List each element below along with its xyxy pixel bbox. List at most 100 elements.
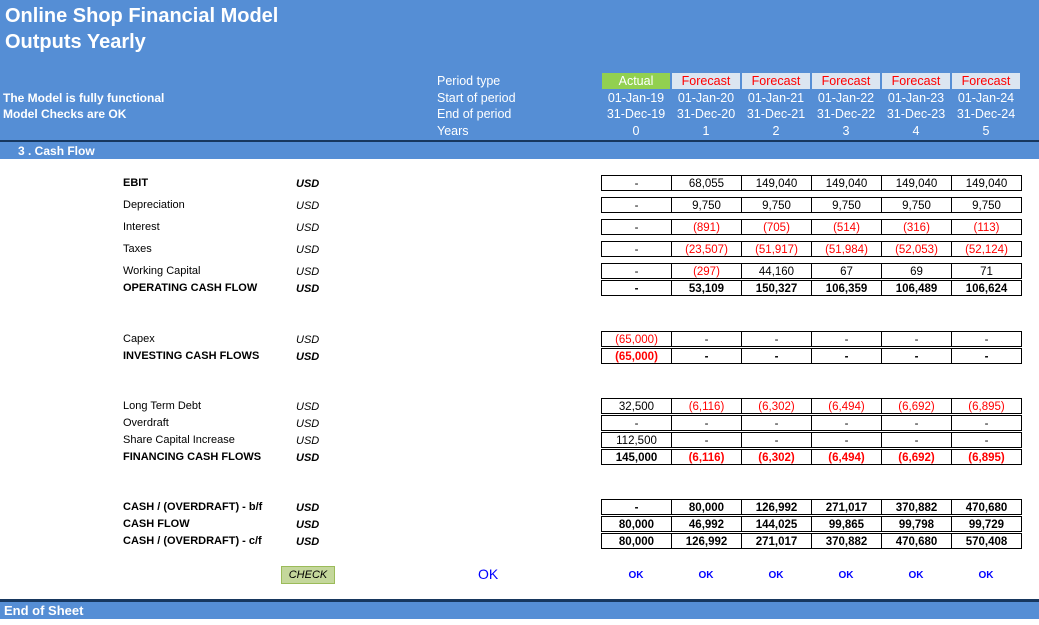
value-cell[interactable]: - bbox=[671, 331, 742, 347]
value-cell[interactable]: (6,692) bbox=[881, 398, 952, 414]
column-check-ok: OK bbox=[838, 570, 854, 581]
value-cell[interactable]: 9,750 bbox=[881, 197, 952, 213]
value-cell[interactable]: 271,017 bbox=[741, 533, 812, 549]
value-cell[interactable]: - bbox=[601, 415, 672, 431]
value-cell[interactable]: - bbox=[811, 348, 882, 364]
value-cell[interactable]: - bbox=[951, 331, 1022, 347]
value-cell[interactable]: (6,494) bbox=[811, 398, 882, 414]
value-cell[interactable]: 149,040 bbox=[951, 175, 1022, 191]
value-cell[interactable]: 9,750 bbox=[671, 197, 742, 213]
value-cell[interactable]: (6,895) bbox=[951, 449, 1022, 465]
value-cell[interactable]: (6,302) bbox=[741, 449, 812, 465]
value-cell[interactable]: - bbox=[601, 499, 672, 515]
value-cell[interactable]: 126,992 bbox=[741, 499, 812, 515]
value-cell[interactable]: 106,624 bbox=[951, 280, 1022, 296]
value-cell[interactable]: - bbox=[741, 432, 812, 448]
value-cell[interactable]: 44,160 bbox=[741, 263, 812, 279]
value-cell[interactable]: (65,000) bbox=[601, 348, 672, 364]
value-cell[interactable]: - bbox=[741, 331, 812, 347]
value-cell[interactable]: (6,116) bbox=[671, 449, 742, 465]
column-check-ok: OK bbox=[978, 570, 994, 581]
value-cell[interactable]: (705) bbox=[741, 219, 812, 235]
value-cell[interactable]: 149,040 bbox=[741, 175, 812, 191]
value-cell[interactable]: (113) bbox=[951, 219, 1022, 235]
value-cell[interactable]: - bbox=[601, 219, 672, 235]
value-cell[interactable]: - bbox=[811, 432, 882, 448]
value-cell[interactable]: - bbox=[951, 432, 1022, 448]
value-cell[interactable]: 106,489 bbox=[881, 280, 952, 296]
value-cell[interactable]: 67 bbox=[811, 263, 882, 279]
value-cell[interactable]: 470,680 bbox=[951, 499, 1022, 515]
value-cell[interactable]: - bbox=[741, 348, 812, 364]
period-year-cell: 3 bbox=[842, 124, 850, 138]
value-cell[interactable]: - bbox=[881, 432, 952, 448]
value-cell[interactable]: (51,917) bbox=[741, 241, 812, 257]
value-cell[interactable]: - bbox=[811, 331, 882, 347]
value-cell[interactable]: - bbox=[601, 241, 672, 257]
value-cell[interactable]: 570,408 bbox=[951, 533, 1022, 549]
row-unit: USD bbox=[296, 452, 320, 464]
value-cell[interactable]: 53,109 bbox=[671, 280, 742, 296]
value-cell[interactable]: - bbox=[881, 331, 952, 347]
value-cell[interactable]: 69 bbox=[881, 263, 952, 279]
value-cell[interactable]: - bbox=[601, 175, 672, 191]
value-cell[interactable]: - bbox=[951, 348, 1022, 364]
value-cell[interactable]: - bbox=[601, 263, 672, 279]
value-cell[interactable]: - bbox=[671, 348, 742, 364]
row-label: Taxes bbox=[123, 243, 152, 255]
sheet-subtitle: Outputs Yearly bbox=[5, 31, 146, 53]
value-cell[interactable]: (6,302) bbox=[741, 398, 812, 414]
check-button[interactable]: CHECK bbox=[281, 566, 335, 584]
value-cell[interactable]: (23,507) bbox=[671, 241, 742, 257]
value-cell[interactable]: (316) bbox=[881, 219, 952, 235]
value-cell[interactable]: 9,750 bbox=[811, 197, 882, 213]
value-cell[interactable]: 9,750 bbox=[741, 197, 812, 213]
period-type-label: Period type bbox=[437, 74, 501, 88]
value-cell[interactable]: - bbox=[601, 197, 672, 213]
value-cell[interactable]: 149,040 bbox=[881, 175, 952, 191]
value-cell[interactable]: 370,882 bbox=[811, 533, 882, 549]
value-cell[interactable]: 150,327 bbox=[741, 280, 812, 296]
value-cell[interactable]: 80,000 bbox=[601, 533, 672, 549]
value-cell[interactable]: 99,729 bbox=[951, 516, 1022, 532]
value-cell[interactable]: 46,992 bbox=[671, 516, 742, 532]
value-cell[interactable]: (6,895) bbox=[951, 398, 1022, 414]
value-cell[interactable]: 370,882 bbox=[881, 499, 952, 515]
value-cell[interactable]: 68,055 bbox=[671, 175, 742, 191]
value-cell[interactable]: - bbox=[671, 432, 742, 448]
value-cell[interactable]: (6,116) bbox=[671, 398, 742, 414]
value-cell[interactable]: 9,750 bbox=[951, 197, 1022, 213]
value-cell[interactable]: (52,124) bbox=[951, 241, 1022, 257]
value-cell[interactable]: 99,798 bbox=[881, 516, 952, 532]
row-unit: USD bbox=[296, 334, 320, 346]
value-cell[interactable]: - bbox=[951, 415, 1022, 431]
value-cell[interactable]: 144,025 bbox=[741, 516, 812, 532]
value-cell[interactable]: - bbox=[741, 415, 812, 431]
value-cell[interactable]: 80,000 bbox=[671, 499, 742, 515]
value-cell[interactable]: 145,000 bbox=[601, 449, 672, 465]
value-cell[interactable]: 126,992 bbox=[671, 533, 742, 549]
value-cell[interactable]: - bbox=[811, 415, 882, 431]
value-cell[interactable]: - bbox=[671, 415, 742, 431]
value-cell[interactable]: (6,692) bbox=[881, 449, 952, 465]
value-cell[interactable]: (297) bbox=[671, 263, 742, 279]
value-cell[interactable]: 71 bbox=[951, 263, 1022, 279]
value-cell[interactable]: (6,494) bbox=[811, 449, 882, 465]
value-cell[interactable]: 32,500 bbox=[601, 398, 672, 414]
value-cell[interactable]: 106,359 bbox=[811, 280, 882, 296]
value-cell[interactable]: 271,017 bbox=[811, 499, 882, 515]
value-cell[interactable]: (52,053) bbox=[881, 241, 952, 257]
value-cell[interactable]: (65,000) bbox=[601, 331, 672, 347]
value-cell[interactable]: (514) bbox=[811, 219, 882, 235]
value-cell[interactable]: (891) bbox=[671, 219, 742, 235]
value-cell[interactable]: 149,040 bbox=[811, 175, 882, 191]
value-cell[interactable]: - bbox=[601, 280, 672, 296]
value-cell[interactable]: - bbox=[881, 348, 952, 364]
value-cell[interactable]: 470,680 bbox=[881, 533, 952, 549]
value-cell[interactable]: - bbox=[881, 415, 952, 431]
value-cell[interactable]: 80,000 bbox=[601, 516, 672, 532]
row-unit: USD bbox=[296, 244, 320, 256]
value-cell[interactable]: (51,984) bbox=[811, 241, 882, 257]
value-cell[interactable]: 99,865 bbox=[811, 516, 882, 532]
value-cell[interactable]: 112,500 bbox=[601, 432, 672, 448]
